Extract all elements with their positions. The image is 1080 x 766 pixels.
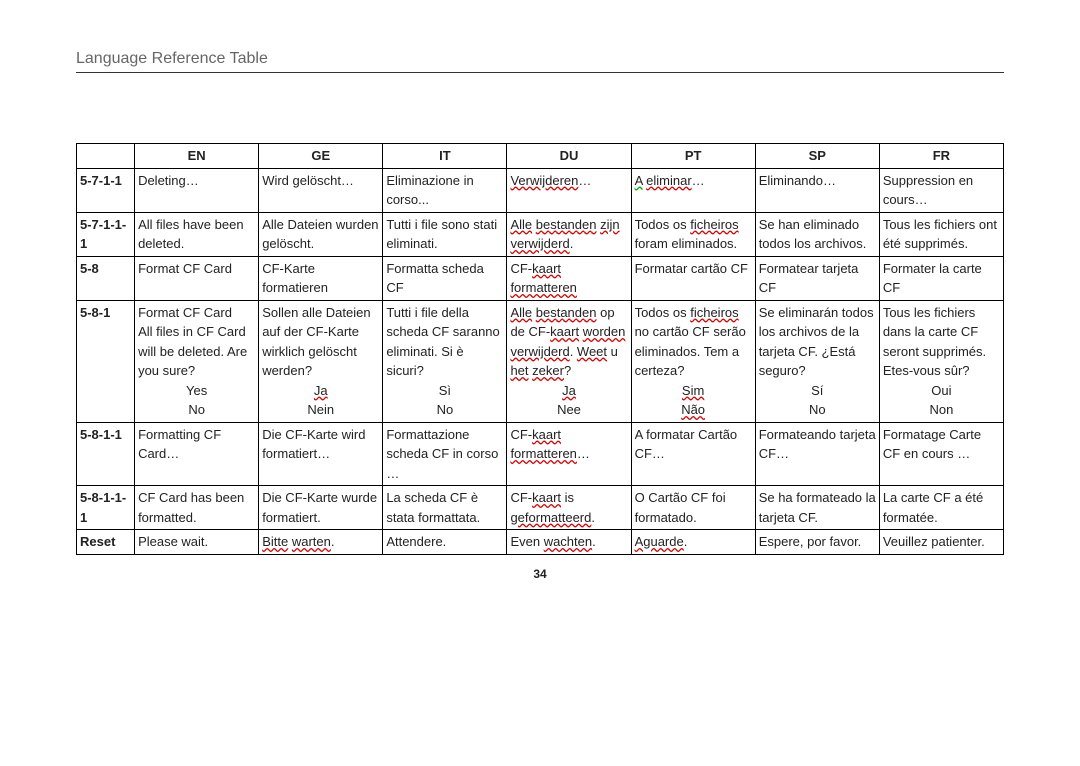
language-reference-table: EN GE IT DU PT SP FR 5-7-1-1Deleting…Wir… [76, 143, 1004, 555]
cell-fr: La carte CF a été formatée. [879, 486, 1003, 530]
cell-pt: Todos os ficheiros foram eliminados. [631, 212, 755, 256]
cell-fr: Suppression en cours… [879, 168, 1003, 212]
page-number: 34 [76, 567, 1004, 581]
table-header-row: EN GE IT DU PT SP FR [77, 144, 1004, 169]
cell-it: Eliminazione in corso... [383, 168, 507, 212]
table-row: 5-7-1-1-1All files have been deleted.All… [77, 212, 1004, 256]
cell-pt: Formatar cartão CF [631, 256, 755, 300]
cell-du: Alle bestanden zijn verwijderd. [507, 212, 631, 256]
page-number-value: 34 [533, 567, 546, 581]
cell-it: Formattazione scheda CF in corso … [383, 422, 507, 486]
cell-pt: O Cartão CF foi formatado. [631, 486, 755, 530]
row-id-cell: 5-8-1-1 [77, 422, 135, 486]
row-id-cell: 5-8 [77, 256, 135, 300]
col-header-sp: SP [755, 144, 879, 169]
cell-fr: Tous les fichiers dans la carte CF seron… [879, 300, 1003, 422]
table-row: 5-8-1-1-1CF Card has been formatted.Die … [77, 486, 1004, 530]
col-header-du: DU [507, 144, 631, 169]
col-header-en: EN [135, 144, 259, 169]
cell-sp: Formatear tarjeta CF [755, 256, 879, 300]
table-row: 5-8-1-1Formatting CF Card…Die CF-Karte w… [77, 422, 1004, 486]
cell-en: Deleting… [135, 168, 259, 212]
row-id-cell: 5-7-1-1 [77, 168, 135, 212]
cell-ge: Die CF-Karte wird formatiert… [259, 422, 383, 486]
col-header-fr: FR [879, 144, 1003, 169]
cell-sp: Se ha formateado la tarjeta CF. [755, 486, 879, 530]
cell-du: CF-kaart formatteren [507, 256, 631, 300]
table-row: 5-8-1Format CF CardAll files in CF Card … [77, 300, 1004, 422]
cell-ge: Wird gelöscht… [259, 168, 383, 212]
cell-en: Please wait. [135, 530, 259, 555]
cell-pt: A eliminar… [631, 168, 755, 212]
cell-it: Formatta scheda CF [383, 256, 507, 300]
cell-ge: CF-Karte formatieren [259, 256, 383, 300]
cell-ge: Sollen alle Dateien auf der CF-Karte wir… [259, 300, 383, 422]
cell-it: Tutti i file sono stati eliminati. [383, 212, 507, 256]
cell-sp: Eliminando… [755, 168, 879, 212]
cell-it: Tutti i file della scheda CF saranno eli… [383, 300, 507, 422]
cell-ge: Alle Dateien wurden gelöscht. [259, 212, 383, 256]
row-id-cell: 5-8-1-1-1 [77, 486, 135, 530]
col-header-pt: PT [631, 144, 755, 169]
cell-du: Even wachten. [507, 530, 631, 555]
row-id-cell: Reset [77, 530, 135, 555]
cell-du: CF-kaart is geformatteerd. [507, 486, 631, 530]
cell-en: Formatting CF Card… [135, 422, 259, 486]
cell-sp: Espere, por favor. [755, 530, 879, 555]
col-header-ge: GE [259, 144, 383, 169]
cell-fr: Formatage Carte CF en cours … [879, 422, 1003, 486]
cell-it: Attendere. [383, 530, 507, 555]
cell-pt: Todos os ficheiros no cartão CF serão el… [631, 300, 755, 422]
cell-pt: Aguarde. [631, 530, 755, 555]
cell-pt: A formatar Cartão CF… [631, 422, 755, 486]
table-row: 5-8Format CF CardCF-Karte formatierenFor… [77, 256, 1004, 300]
cell-fr: Tous les fichiers ont été supprimés. [879, 212, 1003, 256]
cell-sp: Se eliminarán todos los archivos de la t… [755, 300, 879, 422]
cell-du: Alle bestanden op de CF-kaart worden ver… [507, 300, 631, 422]
cell-ge: Bitte warten. [259, 530, 383, 555]
cell-en: CF Card has been formatted. [135, 486, 259, 530]
cell-fr: Veuillez patienter. [879, 530, 1003, 555]
col-header-it: IT [383, 144, 507, 169]
row-id-cell: 5-7-1-1-1 [77, 212, 135, 256]
cell-en: Format CF Card [135, 256, 259, 300]
cell-sp: Formateando tarjeta CF… [755, 422, 879, 486]
table-row: 5-7-1-1Deleting…Wird gelöscht…Eliminazio… [77, 168, 1004, 212]
cell-du: CF-kaart formatteren… [507, 422, 631, 486]
cell-en: Format CF CardAll files in CF Card will … [135, 300, 259, 422]
table-row: ResetPlease wait.Bitte warten.Attendere.… [77, 530, 1004, 555]
cell-ge: Die CF-Karte wurde formatiert. [259, 486, 383, 530]
page-title: Language Reference Table [76, 50, 1004, 73]
cell-fr: Formater la carte CF [879, 256, 1003, 300]
cell-en: All files have been deleted. [135, 212, 259, 256]
cell-sp: Se han eliminado todos los archivos. [755, 212, 879, 256]
cell-it: La scheda CF è stata formattata. [383, 486, 507, 530]
cell-du: Verwijderen… [507, 168, 631, 212]
row-id-cell: 5-8-1 [77, 300, 135, 422]
col-header-id [77, 144, 135, 169]
